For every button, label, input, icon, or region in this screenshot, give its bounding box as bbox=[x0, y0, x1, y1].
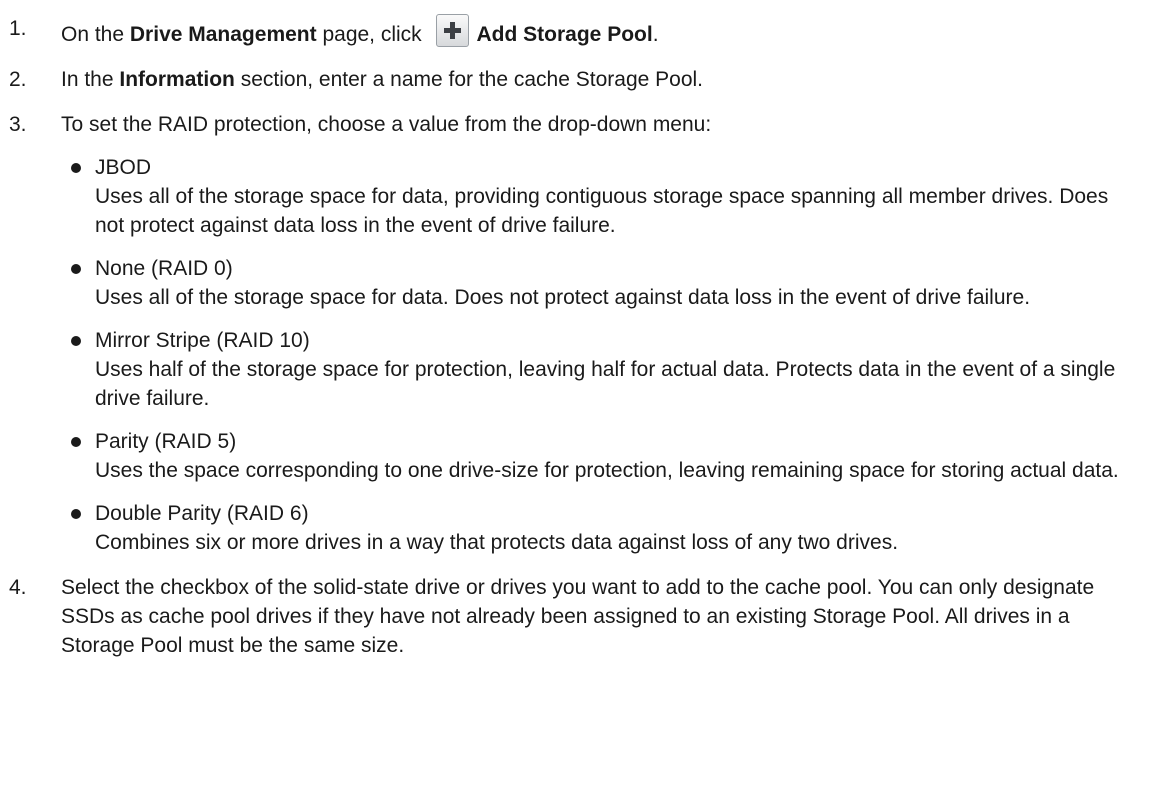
list-item: Parity (RAID 5) Uses the space correspon… bbox=[61, 427, 1138, 485]
option-description: Uses half of the storage space for prote… bbox=[95, 358, 1116, 410]
procedure-steps: 1. On the Drive Management page, click A… bbox=[0, 14, 1158, 660]
page-name: Drive Management bbox=[129, 23, 317, 46]
document: 1. On the Drive Management page, click A… bbox=[0, 0, 1158, 660]
step-text: In the Information section, enter a name… bbox=[61, 68, 704, 91]
step-3: 3. To set the RAID protection, choose a … bbox=[0, 110, 1158, 557]
step-number: 3. bbox=[9, 113, 27, 136]
add-storage-pool-label: Add Storage Pool bbox=[476, 23, 653, 46]
bullet-icon bbox=[71, 163, 81, 173]
list-item: JBOD Uses all of the storage space for d… bbox=[61, 153, 1138, 240]
step-number: 4. bbox=[9, 576, 27, 599]
section-name: Information bbox=[119, 68, 235, 91]
step-text: On the Drive Management page, click Add … bbox=[61, 14, 659, 47]
bullet-icon bbox=[71, 336, 81, 346]
step-4: 4. Select the checkbox of the solid-stat… bbox=[0, 573, 1158, 660]
step-1: 1. On the Drive Management page, click A… bbox=[0, 14, 1158, 49]
option-description: Uses all of the storage space for data. … bbox=[95, 286, 1031, 309]
list-item: Mirror Stripe (RAID 10) Uses half of the… bbox=[61, 326, 1138, 413]
option-title: Mirror Stripe (RAID 10) bbox=[95, 329, 310, 352]
option-description: Combines six or more drives in a way tha… bbox=[95, 531, 899, 554]
step-text: To set the RAID protection, choose a val… bbox=[61, 113, 712, 136]
bullet-icon bbox=[71, 509, 81, 519]
option-title: Parity (RAID 5) bbox=[95, 430, 237, 453]
option-description: Uses the space corresponding to one driv… bbox=[95, 459, 1119, 482]
option-description: Uses all of the storage space for data, … bbox=[95, 185, 1109, 237]
step-number: 1. bbox=[9, 17, 27, 40]
option-title: Double Parity (RAID 6) bbox=[95, 502, 309, 525]
list-item: None (RAID 0) Uses all of the storage sp… bbox=[61, 254, 1138, 312]
step-number: 2. bbox=[9, 68, 27, 91]
step-2: 2. In the Information section, enter a n… bbox=[0, 65, 1158, 94]
bullet-icon bbox=[71, 437, 81, 447]
raid-options-list: JBOD Uses all of the storage space for d… bbox=[61, 153, 1138, 557]
bullet-icon bbox=[71, 264, 81, 274]
option-title: JBOD bbox=[95, 156, 152, 179]
option-title: None (RAID 0) bbox=[95, 257, 233, 280]
plus-icon bbox=[435, 14, 469, 47]
list-item: Double Parity (RAID 6) Combines six or m… bbox=[61, 499, 1138, 557]
step-text: Select the checkbox of the solid-state d… bbox=[61, 576, 1095, 657]
